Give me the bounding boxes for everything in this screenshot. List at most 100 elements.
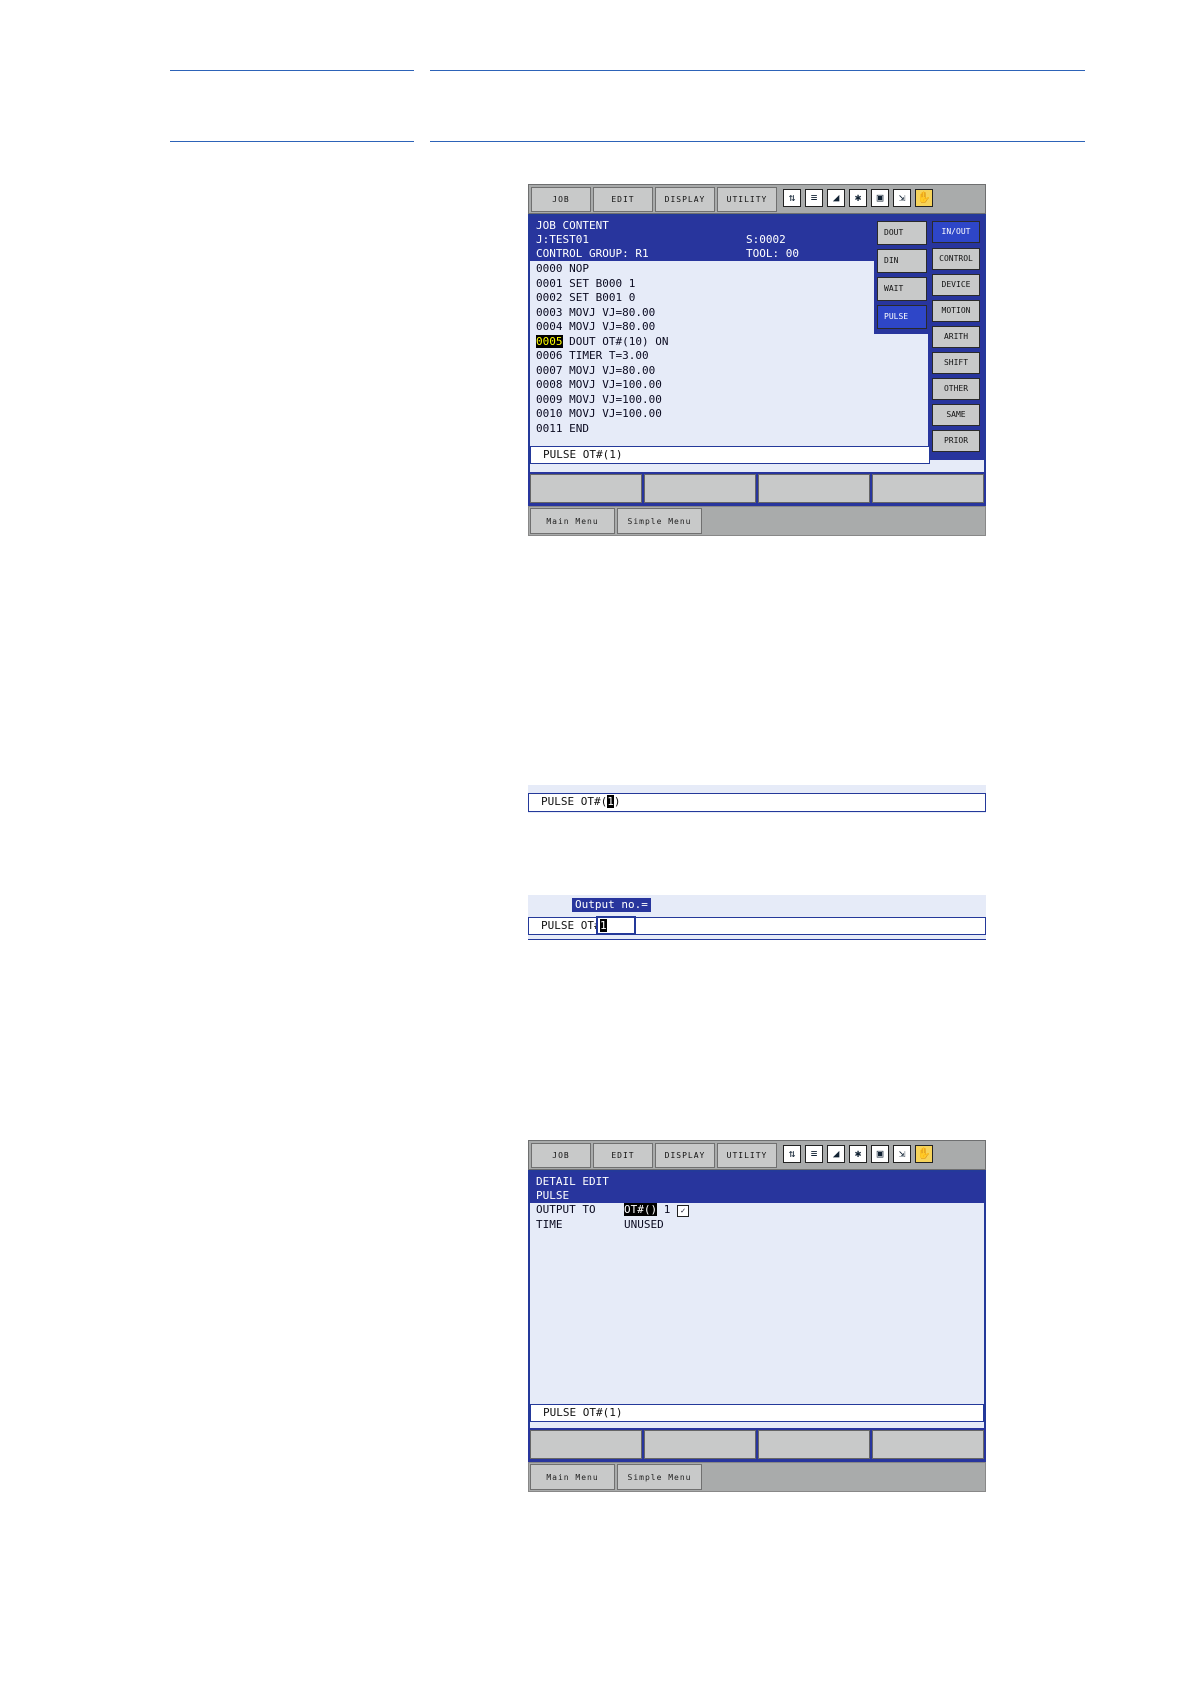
line-instruction: DOUT OT#(10) ON — [569, 334, 669, 348]
submenu-wait-button[interactable]: WAIT — [877, 277, 927, 301]
bottom-menu-bar: Main Menu Simple Menu — [528, 506, 986, 536]
page-icon: ▣ — [871, 189, 889, 207]
menu-utility-button[interactable]: UTILITY — [717, 1143, 777, 1168]
menu-display-button[interactable]: DISPLAY — [655, 187, 715, 212]
line-instruction: MOVJ VJ=80.00 — [569, 305, 656, 319]
line-instruction: END — [569, 421, 589, 435]
numeric-entry-field[interactable]: 1 — [596, 916, 636, 935]
submenu-pulse-button[interactable]: PULSE — [877, 305, 927, 329]
output-number-prompt: Output no.= — [572, 898, 651, 912]
function-key-4[interactable] — [872, 474, 984, 503]
submenu-din-button[interactable]: DIN — [877, 249, 927, 273]
check-icon[interactable]: ✓ — [677, 1205, 689, 1217]
job-line[interactable]: 0002 SET B001 0 — [536, 291, 668, 306]
input-line[interactable]: PULSE OT#(1) — [528, 793, 986, 812]
hand-icon: ✋ — [915, 1145, 933, 1163]
hold-icon: ⇅ — [783, 1145, 801, 1163]
inst-prior-button[interactable]: PRIOR — [932, 430, 980, 452]
inst-same-button[interactable]: SAME — [932, 404, 980, 426]
teach-icon: ≡ — [805, 1145, 823, 1163]
function-key-1[interactable] — [530, 1430, 642, 1459]
function-key-3[interactable] — [758, 1430, 870, 1459]
job-name: J:TEST01 — [536, 233, 589, 246]
input-line[interactable]: PULSE OT#(1) — [530, 1404, 984, 1422]
bottom-menu-bar: Main Menu Simple Menu — [528, 1462, 986, 1492]
robot-icon: ✱ — [849, 189, 867, 207]
line-number: 0003 — [536, 305, 563, 319]
top-menu-bar: JOB EDIT DISPLAY UTILITY ⇅ ≡ ◢ ✱ ▣ ⇲ ✋ — [528, 184, 986, 214]
page-icon: ▣ — [871, 1145, 889, 1163]
inst-inout-button[interactable]: IN/OUT — [932, 221, 980, 243]
inst-arith-button[interactable]: ARITH — [932, 326, 980, 348]
line-instruction: TIMER T=3.00 — [569, 349, 649, 362]
tool-number: TOOL: 00 — [746, 247, 799, 260]
job-line[interactable]: 0006 TIMER T=3.00 — [536, 349, 668, 364]
job-line[interactable]: 0010 MOVJ VJ=100.00 — [536, 407, 668, 422]
function-key-4[interactable] — [872, 1430, 984, 1459]
inst-other-button[interactable]: OTHER — [932, 378, 980, 400]
function-keys — [528, 1428, 986, 1462]
job-lines: 0000 NOP 0001 SET B000 1 0002 SET B001 0 00… — [536, 262, 668, 436]
simple-menu-button[interactable]: Simple Menu — [617, 1464, 702, 1490]
line-number: 0010 — [536, 407, 563, 420]
inst-control-button[interactable]: CONTROL — [932, 248, 980, 270]
menu-utility-button[interactable]: UTILITY — [717, 187, 777, 212]
line-number: 0009 — [536, 392, 563, 406]
job-content-screen: JOB CONTENT J:TEST01 S:0002 CONTROL GROU… — [528, 214, 986, 502]
main-menu-button[interactable]: Main Menu — [530, 508, 615, 534]
pendant-screen-detail-edit: JOB EDIT DISPLAY UTILITY ⇅ ≡ ◢ ✱ ▣ ⇲ ✋ D… — [528, 1140, 986, 1492]
job-line[interactable]: 0004 MOVJ VJ=80.00 — [536, 320, 668, 335]
input-text: PULSE OT#( — [541, 795, 608, 808]
function-key-2[interactable] — [644, 1430, 756, 1459]
header-rule-right-top — [430, 70, 1085, 71]
job-line[interactable]: 0011 END — [536, 422, 668, 437]
cursor-char: 1 — [607, 795, 614, 808]
inst-shift-button[interactable]: SHIFT — [932, 352, 980, 374]
status-icons: ⇅ ≡ ◢ ✱ ▣ ⇲ ✋ — [783, 1145, 933, 1167]
inst-device-button[interactable]: DEVICE — [932, 274, 980, 296]
job-line[interactable]: 0003 MOVJ VJ=80.00 — [536, 306, 668, 321]
line-instruction: MOVJ VJ=80.00 — [569, 363, 656, 377]
inst-motion-button[interactable]: MOTION — [932, 300, 980, 322]
step-number: S:0002 — [746, 233, 786, 246]
menu-edit-button[interactable]: EDIT — [593, 187, 653, 212]
signal-icon: ◢ — [827, 189, 845, 207]
simple-menu-button[interactable]: Simple Menu — [617, 508, 702, 534]
header-rule-left-bottom — [170, 141, 414, 142]
output-to-value[interactable]: OT#() — [624, 1203, 658, 1216]
function-key-1[interactable] — [530, 474, 642, 503]
header-rule-right-bottom — [430, 141, 1085, 142]
detail-label: TIME — [536, 1217, 563, 1231]
hand-icon: ✋ — [915, 189, 933, 207]
function-key-3[interactable] — [758, 474, 870, 503]
robot-icon: ✱ — [849, 1145, 867, 1163]
input-line-strip-1: PULSE OT#(1) — [528, 785, 986, 813]
function-key-2[interactable] — [644, 474, 756, 503]
function-keys — [528, 472, 986, 506]
line-number: 0000 — [536, 262, 563, 275]
pendant-screen-job-content: JOB EDIT DISPLAY UTILITY ⇅ ≡ ◢ ✱ ▣ ⇲ ✋ J… — [528, 184, 986, 536]
line-number: 0004 — [536, 320, 563, 333]
job-line[interactable]: 0005 DOUT OT#(10) ON — [536, 334, 669, 350]
menu-job-button[interactable]: JOB — [531, 1143, 591, 1168]
input-line[interactable]: PULSE OT#(1) — [530, 446, 930, 464]
menu-edit-button[interactable]: EDIT — [593, 1143, 653, 1168]
menu-display-button[interactable]: DISPLAY — [655, 1143, 715, 1168]
job-line[interactable]: 0009 MOVJ VJ=100.00 — [536, 393, 668, 408]
line-number: 0005 — [536, 334, 563, 348]
header-rule-left-top — [170, 70, 414, 71]
teach-icon: ≡ — [805, 189, 823, 207]
job-line[interactable]: 0008 MOVJ VJ=100.00 — [536, 378, 668, 393]
storage-icon: ⇲ — [893, 189, 911, 207]
submenu-dout-button[interactable]: DOUT — [877, 221, 927, 245]
input-text: PULSE OT# — [541, 919, 601, 932]
numeric-entry-value: 1 — [600, 919, 607, 932]
line-number: 0007 — [536, 363, 563, 377]
job-line[interactable]: 0001 SET B000 1 — [536, 277, 668, 292]
menu-job-button[interactable]: JOB — [531, 187, 591, 212]
job-line[interactable]: 0007 MOVJ VJ=80.00 — [536, 364, 668, 379]
time-value[interactable]: UNUSED — [624, 1218, 664, 1233]
detail-row-output: OUTPUT TO OT#() 1 ✓ — [536, 1203, 689, 1218]
job-line[interactable]: 0000 NOP — [536, 262, 668, 277]
main-menu-button[interactable]: Main Menu — [530, 1464, 615, 1490]
